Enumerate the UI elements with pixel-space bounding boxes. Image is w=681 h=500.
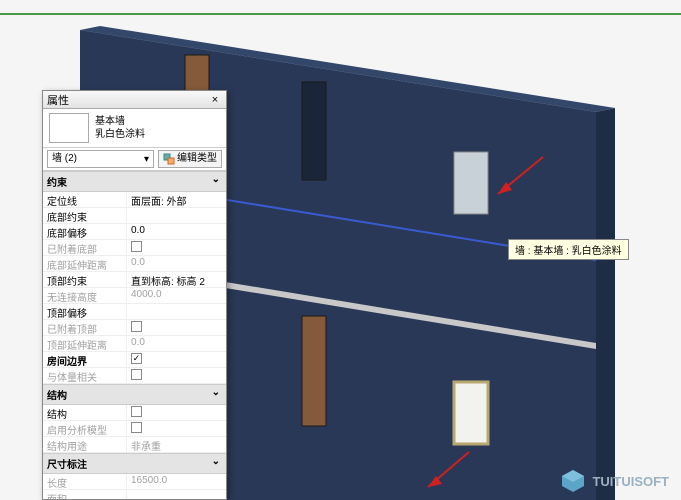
row-room-bounding: 房间边界 ✓ [43, 352, 226, 368]
opening-upper-mid [302, 82, 326, 180]
row-location-line: 定位线 面层面: 外部 [43, 192, 226, 208]
row-analytical: 启用分析模型 [43, 421, 226, 437]
row-base-ext: 底部延伸距离 0.0 [43, 256, 226, 272]
instance-selector[interactable]: 墙 (2) [47, 150, 154, 168]
properties-panel: 属性 × 基本墙 乳白色涂料 墙 (2) 编辑类型 约束 定位线 面层面: 外部… [42, 90, 227, 500]
type-selector-row[interactable]: 基本墙 乳白色涂料 [43, 109, 226, 148]
section-constraint[interactable]: 约束 [43, 171, 226, 192]
checkbox-icon[interactable]: ✓ [131, 353, 142, 364]
row-unconn-height: 无连接高度 4000.0 [43, 288, 226, 304]
logo-icon [560, 468, 586, 494]
row-top-ext: 顶部延伸距离 0.0 [43, 336, 226, 352]
close-icon[interactable]: × [208, 93, 222, 107]
window-lower-right [454, 382, 488, 444]
row-area: 面积 [43, 490, 226, 499]
edit-type-icon [163, 153, 175, 165]
section-structure[interactable]: 结构 [43, 384, 226, 405]
checkbox-icon [131, 321, 142, 332]
door-lower-mid [302, 316, 326, 426]
wall-side [596, 108, 615, 500]
row-top-offset: 顶部偏移 [43, 304, 226, 320]
row-structural: 结构 [43, 405, 226, 421]
element-tooltip: 墙 : 基本墙 : 乳白色涂料 [508, 239, 629, 260]
row-attached-top: 已附着顶部 [43, 320, 226, 336]
checkbox-icon [131, 241, 142, 252]
row-top-constraint: 顶部约束 直到标高: 标高 2 [43, 272, 226, 288]
type-text: 基本墙 乳白色涂料 [95, 115, 145, 141]
checkbox-icon[interactable] [131, 406, 142, 417]
checkbox-icon [131, 369, 142, 380]
row-struct-usage: 结构用途 非承重 [43, 437, 226, 453]
row-base-offset: 底部偏移 0.0 [43, 224, 226, 240]
checkbox-icon [131, 422, 142, 433]
row-base-constraint: 底部约束 [43, 208, 226, 224]
type-swatch [49, 113, 89, 143]
row-mass-related: 与体量相关 [43, 368, 226, 384]
properties-title: 属性 [47, 92, 69, 108]
properties-titlebar[interactable]: 属性 × [43, 91, 226, 109]
section-dimensions[interactable]: 尺寸标注 [43, 453, 226, 474]
property-grid[interactable]: 约束 定位线 面层面: 外部 底部约束 底部偏移 0.0 已附着底部 底部延伸距… [43, 171, 226, 499]
row-attached-base: 已附着底部 [43, 240, 226, 256]
watermark-logo: TUITUISOFT [560, 468, 669, 494]
edit-type-button[interactable]: 编辑类型 [158, 150, 222, 168]
window-upper-right [454, 152, 488, 214]
row-length: 长度 16500.0 [43, 474, 226, 490]
